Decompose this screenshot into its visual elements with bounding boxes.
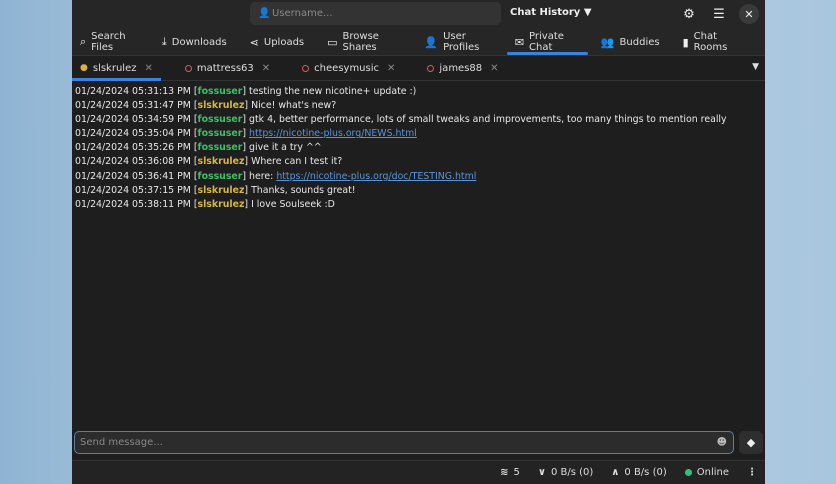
tabs-dropdown-icon[interactable]: ▼ [752, 62, 759, 72]
search-files-icon: ⌕ [80, 35, 87, 48]
chat-message: 01/24/2024 05:38:11 PM [slskrulez] I lov… [75, 198, 335, 210]
app-window: 👤 Username... Chat History ▼ ⚙ ☰ ✕ ⌕ Search … [72, 0, 765, 484]
menu-icon[interactable]: ☰ [709, 4, 729, 24]
chat-message: 01/24/2024 05:35:04 PM [fossuser] https:… [75, 128, 417, 140]
chat-tab-mattress63[interactable]: mattress63 ✕ [177, 56, 278, 81]
chevron-up-icon: ∧ [611, 467, 620, 478]
chat-tabs: ● slskrulez ✕ mattress63 ✕ cheesymusic ✕ james8… [72, 56, 765, 81]
message-user[interactable]: fossuser [197, 86, 242, 97]
tab-chat-rooms[interactable]: ▮ Chat Rooms [683, 28, 752, 56]
downloads-icon: ⤓ [161, 35, 167, 48]
chat-message: 01/24/2024 05:31:47 PM [slskrulez] Nice!… [75, 100, 337, 112]
message-link[interactable]: https://nicotine-plus.org/NEWS.html [249, 128, 417, 139]
user-profiles-icon: 👤 [424, 35, 439, 49]
private-chat-icon: ✉ [514, 35, 525, 49]
buddies-icon: 👥 [600, 35, 615, 49]
browse-shares-icon: ▭ [327, 35, 338, 49]
online-status[interactable]: Online [684, 467, 729, 478]
away-status-icon: ● [80, 63, 88, 73]
message-user[interactable]: fossuser [197, 114, 242, 125]
chat-rooms-icon: ▮ [682, 35, 689, 49]
close-tab-icon[interactable]: ✕ [387, 63, 395, 74]
message-user[interactable]: fossuser [197, 128, 242, 139]
message-user[interactable]: slskrulez [197, 156, 244, 167]
tab-private-chat[interactable]: ✉ Private Chat [506, 28, 588, 56]
chat-log: 01/24/2024 05:31:13 PM [fossuser] testin… [75, 85, 759, 212]
tab-uploads[interactable]: ⋖ Uploads [250, 28, 314, 56]
send-button[interactable]: ◆ [739, 431, 763, 454]
offline-status-icon [302, 64, 310, 72]
chat-tab-slskrulez[interactable]: ● slskrulez ✕ [72, 56, 161, 81]
message-user[interactable]: slskrulez [197, 185, 244, 196]
user-icon: 👤 [258, 8, 271, 19]
close-tab-icon[interactable]: ✕ [262, 63, 270, 74]
more-icon[interactable]: ⋮ [747, 467, 757, 478]
message-user[interactable]: slskrulez [197, 100, 244, 111]
chat-message: 01/24/2024 05:34:59 PM [fossuser] gtk 4,… [75, 114, 727, 126]
status-dot-icon [684, 469, 692, 476]
chevron-down-icon: ▼ [583, 7, 592, 18]
connections: ≋ 5 [500, 467, 520, 478]
message-user[interactable]: fossuser [197, 142, 242, 153]
chevron-down-icon: ∨ [537, 467, 546, 478]
chat-tab-cheesymusic[interactable]: cheesymusic ✕ [294, 56, 403, 81]
gear-icon[interactable]: ⚙ [679, 4, 699, 24]
close-tab-icon[interactable]: ✕ [144, 63, 152, 74]
close-icon[interactable]: ✕ [739, 4, 759, 24]
chat-message: 01/24/2024 05:31:13 PM [fossuser] testin… [75, 86, 417, 97]
upload-speed[interactable]: ∧ 0 B/s (0) [611, 467, 666, 478]
main-tabs: ⌕ Search Files ⤓ Downloads ⋖ Uploads ▭ Browse S… [72, 28, 765, 56]
close-tab-icon[interactable]: ✕ [490, 63, 498, 74]
wifi-icon: ≋ [500, 467, 509, 478]
download-speed[interactable]: ∨ 0 B/s (0) [538, 467, 593, 478]
header-bar: 👤 Username... Chat History ▼ ⚙ ☰ ✕ [72, 0, 765, 28]
message-user[interactable]: slskrulez [197, 199, 244, 210]
offline-status-icon [427, 64, 435, 72]
chat-history-button[interactable]: Chat History ▼ [510, 7, 592, 18]
username-input[interactable]: 👤 Username... [250, 2, 501, 25]
status-bar: ≋ 5 ∨ 0 B/s (0) ∧ 0 B/s (0) Online ⋮ [72, 460, 765, 484]
tab-search-files[interactable]: ⌕ Search Files [80, 28, 149, 56]
tab-user-profiles[interactable]: 👤 User Profiles [424, 28, 501, 56]
message-link[interactable]: https://nicotine-plus.org/doc/TESTING.ht… [276, 171, 476, 182]
message-user[interactable]: fossuser [197, 171, 242, 182]
offline-status-icon [184, 64, 192, 72]
chat-message: 01/24/2024 05:36:08 PM [slskrulez] Where… [75, 156, 343, 168]
chat-message: 01/24/2024 05:35:26 PM [fossuser] give i… [75, 142, 322, 154]
message-input[interactable]: Send message... ☻ [74, 431, 734, 454]
tab-buddies[interactable]: 👥 Buddies [601, 28, 670, 56]
chat-message: 01/24/2024 05:36:41 PM [fossuser] here: … [75, 170, 477, 182]
chat-message: 01/24/2024 05:37:15 PM [slskrulez] Thank… [75, 184, 356, 196]
tab-downloads[interactable]: ⤓ Downloads [162, 28, 237, 56]
uploads-icon: ⋖ [249, 35, 259, 49]
chat-tab-james88[interactable]: james88 ✕ [419, 56, 506, 81]
emoji-icon[interactable]: ☻ [717, 432, 727, 453]
tab-browse-shares[interactable]: ▭ Browse Shares [327, 28, 411, 56]
